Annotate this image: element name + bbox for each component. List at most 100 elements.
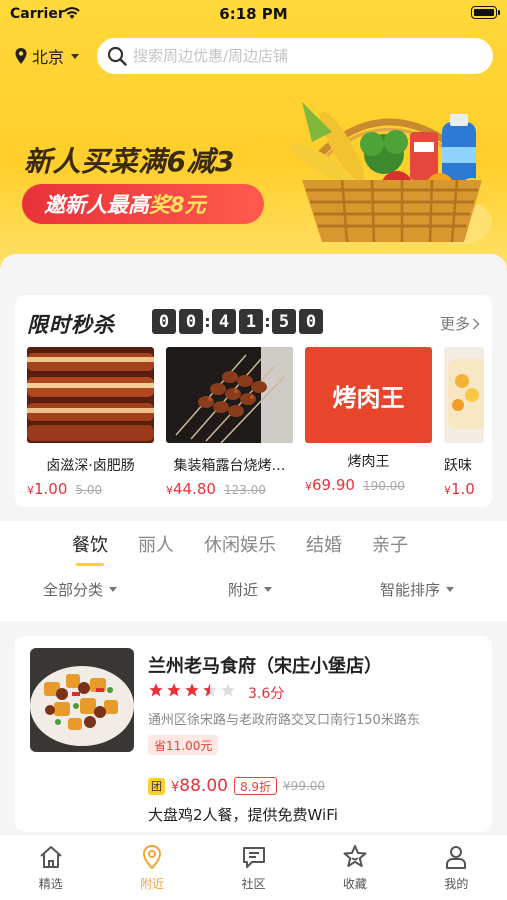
dropdown-arrow-icon	[109, 587, 118, 592]
filter-smart-sort[interactable]: 智能排序	[380, 579, 455, 600]
tab-leisure[interactable]: 休闲娱乐	[204, 531, 276, 557]
filter-bar: 全部分类 附近 智能排序	[0, 579, 507, 603]
dropdown-arrow-icon	[264, 587, 273, 592]
countdown-digit: 5	[272, 309, 296, 334]
flash-sale-title: 限时秒杀	[27, 313, 115, 337]
tab-dining[interactable]: 餐饮	[72, 531, 108, 566]
banner-title: 新人买菜满6减3	[24, 145, 235, 178]
item-price: ¥44.80	[166, 480, 216, 498]
flash-sale-item[interactable]: 跃味 ¥1.0	[444, 347, 484, 498]
group-buy-badge: 团	[148, 777, 165, 795]
tab-label: 精选	[38, 877, 63, 891]
countdown-separator: :	[204, 312, 211, 331]
item-name: 烤肉王	[347, 454, 390, 470]
deal-price: ¥88.00	[171, 776, 228, 796]
group-deal[interactable]: 团 ¥88.00 8.9折 ¥99.00	[148, 776, 325, 796]
search-bar[interactable]	[97, 38, 493, 74]
city-selector[interactable]: 北京	[14, 44, 80, 68]
category-section: 餐饮 丽人 休闲娱乐 结婚 亲子 全部分类 附近 智能排序	[0, 521, 507, 621]
filter-nearby[interactable]: 附近	[228, 579, 273, 600]
search-input[interactable]	[133, 47, 463, 65]
tab-label: 收藏	[342, 877, 367, 891]
item-name: 集装箱露台烧烤…	[173, 458, 286, 474]
flash-sale-item[interactable]: 烤肉王 烤肉王 ¥69.90 190.00	[305, 347, 432, 498]
tab-wedding[interactable]: 结婚	[306, 531, 342, 557]
more-label: 更多	[439, 315, 470, 333]
item-name: 卤滋深·卤肥肠	[46, 458, 135, 474]
dropdown-arrow-icon	[446, 587, 455, 592]
item-name: 跃味	[444, 458, 472, 474]
more-link[interactable]: 更多	[440, 313, 480, 334]
tab-label: 我的	[444, 877, 469, 891]
chevron-down-icon	[71, 53, 80, 59]
home-icon	[40, 846, 62, 868]
savings-badge: 省11.00元	[148, 735, 219, 755]
star-filled-icon	[167, 683, 181, 697]
filter-label: 附近	[228, 581, 259, 599]
tab-label: 附近	[140, 877, 165, 891]
filter-label: 智能排序	[380, 581, 441, 599]
countdown-digit: 0	[152, 309, 176, 334]
flash-sale-list: 卤滋深·卤肥肠 ¥1.00 5.00 集装箱露台烧烤… ¥44.80 123.0…	[27, 347, 484, 498]
bbq-skewers-image	[166, 347, 293, 444]
flash-sale-item[interactable]: 集装箱露台烧烤… ¥44.80 123.00	[166, 347, 293, 498]
location-icon	[143, 844, 162, 870]
flash-sale-card: 限时秒杀 0 0 : 4 1 : 5 0 更多 卤滋深·卤肥肠 ¥1.00 5.…	[15, 295, 492, 507]
item-price: ¥1.0	[444, 480, 475, 498]
countdown-digit: 0	[179, 309, 203, 334]
star-half-icon	[203, 683, 217, 697]
shop-name: 兰州老马食府（宋庄小堡店）	[148, 656, 382, 677]
discount-badge: 8.9折	[233, 777, 278, 795]
location-pin-icon	[15, 48, 27, 64]
filter-all-categories[interactable]: 全部分类	[43, 579, 118, 600]
item-original-price: 123.00	[223, 483, 266, 497]
invite-highlight: 奖8元	[149, 193, 206, 217]
tab-nearby[interactable]: 附近	[101, 835, 202, 900]
deal-description: 大盘鸡2人餐，提供免费WiFi	[148, 806, 338, 824]
tab-label: 社区	[241, 877, 266, 891]
status-bar: Carrier 6:18 PM	[0, 0, 507, 30]
countdown-timer: 0 0 : 4 1 : 5 0	[152, 309, 323, 334]
rating-score: 3.6分	[248, 686, 285, 702]
countdown-separator: :	[264, 312, 271, 331]
filter-label: 全部分类	[43, 581, 104, 599]
rating-stars	[148, 682, 236, 698]
chevron-right-icon	[472, 317, 480, 330]
fruit-dessert-image	[444, 347, 484, 443]
tab-profile[interactable]: 我的	[406, 835, 507, 900]
bottom-tab-bar: 精选 附近 社区 收藏 我的	[0, 834, 507, 900]
city-label: 北京	[32, 48, 65, 67]
star-icon	[343, 845, 367, 867]
tab-favorites[interactable]: 收藏	[304, 835, 405, 900]
item-original-price: 5.00	[75, 483, 103, 497]
invite-banner-button[interactable]: 邀新人最高 奖8元	[22, 184, 264, 224]
star-filled-icon	[149, 683, 163, 697]
invite-text: 邀新人最高	[44, 193, 149, 217]
user-icon	[446, 846, 467, 869]
tab-beauty[interactable]: 丽人	[138, 531, 174, 557]
chat-icon	[242, 847, 265, 868]
category-tabs: 餐饮 丽人 休闲娱乐 结婚 亲子	[72, 531, 438, 566]
item-price: ¥69.90	[305, 476, 355, 494]
big-plate-chicken-image	[30, 648, 134, 752]
grocery-basket-image	[289, 102, 492, 244]
tab-community[interactable]: 社区	[203, 835, 304, 900]
shop-card[interactable]: 兰州老马食府（宋庄小堡店） 3.6分 通州区徐宋路与老政府路交叉口南行150米路…	[15, 636, 492, 832]
tab-parenting[interactable]: 亲子	[372, 531, 408, 557]
countdown-digit: 1	[239, 309, 263, 334]
battery-icon	[471, 6, 500, 19]
logo-text: 烤肉王	[332, 382, 405, 412]
shop-address: 通州区徐宋路与老政府路交叉口南行150米路东	[148, 713, 420, 728]
braised-pork-image	[27, 347, 154, 443]
countdown-digit: 4	[212, 309, 236, 334]
star-filled-icon	[185, 683, 199, 697]
search-icon	[107, 46, 127, 66]
bbq-king-logo-image: 烤肉王	[305, 347, 432, 443]
tab-featured[interactable]: 精选	[0, 835, 101, 900]
item-original-price: 190.00	[362, 479, 405, 493]
countdown-digit: 0	[299, 309, 323, 334]
flash-sale-item[interactable]: 卤滋深·卤肥肠 ¥1.00 5.00	[27, 347, 154, 498]
deal-original-price: ¥99.00	[283, 779, 326, 793]
status-time: 6:18 PM	[219, 5, 288, 23]
star-empty-icon	[221, 683, 235, 697]
